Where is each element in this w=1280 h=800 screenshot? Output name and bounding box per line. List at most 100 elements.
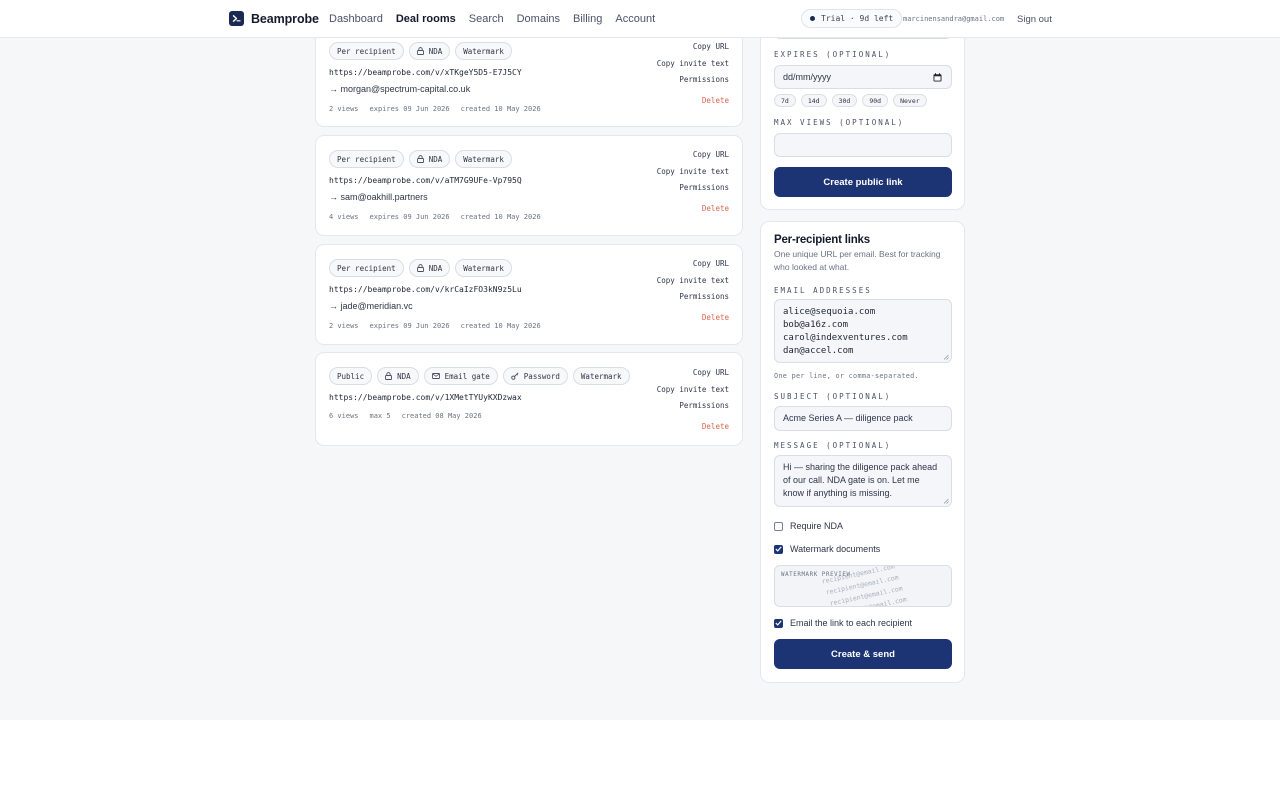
per-recipient-panel: Per-recipient links One unique URL per e… — [760, 221, 965, 683]
delete-button[interactable]: Delete — [702, 422, 729, 431]
link-recipient: → morgan@spectrum-capital.co.uk — [329, 84, 471, 94]
beamprobe-logo-icon — [229, 11, 244, 26]
require-nda-row[interactable]: Require NDA — [774, 521, 843, 531]
copy-url-button[interactable]: Copy URL — [693, 259, 729, 268]
delete-button[interactable]: Delete — [702, 204, 729, 213]
chip-watermark: Watermark — [572, 367, 630, 385]
chip-public: Public — [329, 367, 373, 385]
nav-account[interactable]: Account — [615, 13, 655, 25]
status-dot-icon — [810, 16, 815, 21]
created-date: created 10 May 2026 — [460, 322, 541, 330]
expiry-14d-button[interactable]: 14d — [800, 94, 827, 107]
subject-label: SUBJECT (OPTIONAL) — [774, 392, 892, 401]
link-card: Per recipient NDA Watermark https://beam… — [315, 135, 743, 236]
max-views: max 5 — [369, 412, 391, 420]
sign-out-link[interactable]: Sign out — [1017, 14, 1052, 25]
nav-search[interactable]: Search — [469, 13, 504, 25]
lock-icon — [416, 47, 424, 55]
chip-watermark: Watermark — [455, 259, 512, 277]
message-textarea[interactable]: Hi — sharing the diligence pack ahead of… — [774, 455, 952, 507]
copy-url-button[interactable]: Copy URL — [693, 368, 729, 377]
copy-url-button[interactable]: Copy URL — [693, 150, 729, 159]
email-line: carol@indexventures.com — [783, 333, 908, 343]
brand-name: Beamprobe — [251, 11, 319, 26]
email-link-row[interactable]: Email the link to each recipient — [774, 618, 912, 628]
nav-deal-rooms[interactable]: Deal rooms — [396, 13, 456, 25]
chip-per-recipient: Per recipient — [329, 42, 404, 60]
trial-badge[interactable]: Trial · 9d left — [801, 9, 903, 28]
permissions-button[interactable]: Permissions — [679, 292, 729, 301]
link-meta: 4 views expires 09 Jun 2026 created 10 M… — [329, 213, 541, 221]
lock-icon — [416, 264, 424, 272]
copy-invite-button[interactable]: Copy invite text — [657, 276, 729, 285]
create-and-send-button[interactable]: Create & send — [774, 639, 952, 669]
max-views-input[interactable] — [774, 133, 952, 157]
link-meta: 2 views expires 09 Jun 2026 created 10 M… — [329, 105, 541, 113]
permissions-button[interactable]: Permissions — [679, 183, 729, 192]
chip-watermark: Watermark — [455, 42, 512, 60]
delete-button[interactable]: Delete — [702, 313, 729, 322]
mail-icon — [431, 373, 440, 379]
expiry-90d-button[interactable]: 90d — [862, 94, 889, 107]
views-count: 6 views — [329, 412, 359, 420]
link-card: Per recipient NDA Watermark https://beam… — [315, 244, 743, 345]
copy-invite-button[interactable]: Copy invite text — [657, 385, 729, 394]
subject-value: Acme Series A — diligence pack — [783, 413, 913, 423]
nav-domains[interactable]: Domains — [517, 13, 560, 25]
expiry-7d-button[interactable]: 7d — [774, 94, 796, 107]
delete-button[interactable]: Delete — [702, 96, 729, 105]
expiry-date: expires 09 Jun 2026 — [369, 322, 450, 330]
copy-url-button[interactable]: Copy URL — [693, 42, 729, 51]
require-nda-checkbox[interactable] — [774, 521, 783, 531]
link-chips: Per recipient NDA Watermark — [329, 259, 512, 277]
link-url[interactable]: https://beamprobe.com/v/aTM7G9UFe-Vp795Q — [329, 176, 522, 185]
copy-invite-button[interactable]: Copy invite text — [657, 59, 729, 68]
trial-text: Trial · 9d left — [821, 14, 894, 23]
expiry-never-button[interactable]: Never — [893, 94, 927, 107]
watermark-preview: WATERMARK PREVIEW recipient@email.com re… — [774, 565, 952, 607]
user-email: marcinensandra@gmail.com — [903, 15, 1005, 23]
chip-nda: NDA — [408, 259, 451, 277]
created-date: created 10 May 2026 — [460, 105, 541, 113]
watermark-documents-checkbox[interactable] — [774, 544, 783, 554]
subject-input[interactable]: Acme Series A — diligence pack — [774, 406, 952, 431]
checkmark-icon — [775, 620, 782, 626]
link-chips: Per recipient NDA Watermark — [329, 150, 512, 168]
expires-placeholder: dd/mm/yyyy — [783, 72, 832, 82]
message-label: MESSAGE (OPTIONAL) — [774, 441, 892, 450]
message-value: Hi — sharing the diligence pack ahead of… — [783, 462, 938, 498]
link-chips: Public NDA Email gate Password Watermark — [329, 367, 630, 385]
watermark-documents-row[interactable]: Watermark documents — [774, 544, 880, 554]
link-recipient: → jade@meridian.vc — [329, 301, 413, 311]
copy-invite-button[interactable]: Copy invite text — [657, 167, 729, 176]
section-title: Per-recipient links — [774, 234, 870, 246]
main-nav: Dashboard Deal rooms Search Domains Bill… — [329, 13, 655, 25]
nav-billing[interactable]: Billing — [573, 13, 602, 25]
email-helper-text: One per line, or comma-separated. — [774, 372, 919, 380]
expiry-30d-button[interactable]: 30d — [831, 94, 858, 107]
permissions-button[interactable]: Permissions — [679, 401, 729, 410]
max-views-label: MAX VIEWS (OPTIONAL) — [774, 118, 905, 127]
resize-handle-icon[interactable] — [943, 498, 949, 504]
link-url[interactable]: https://beamprobe.com/v/krCaIzFO3kN9z5Lu — [329, 285, 522, 294]
resize-handle-icon[interactable] — [943, 354, 949, 360]
nav-dashboard[interactable]: Dashboard — [329, 13, 383, 25]
calendar-icon[interactable] — [933, 73, 942, 82]
link-url[interactable]: https://beamprobe.com/v/1XMetTYUyKXDzwax — [329, 393, 522, 402]
chip-watermark: Watermark — [455, 150, 512, 168]
require-nda-label: Require NDA — [790, 521, 844, 531]
expires-date-input[interactable]: dd/mm/yyyy — [774, 65, 952, 89]
email-line: alice@sequoia.com — [783, 307, 876, 317]
email-addresses-textarea[interactable]: alice@sequoia.com bob@a16z.com carol@ind… — [774, 299, 952, 363]
lock-icon — [385, 372, 393, 380]
chip-per-recipient: Per recipient — [329, 150, 404, 168]
email-link-label: Email the link to each recipient — [790, 618, 913, 628]
email-link-checkbox[interactable] — [774, 618, 783, 628]
brand[interactable]: Beamprobe — [229, 11, 319, 26]
email-line: bob@a16z.com — [783, 320, 849, 330]
top-navigation: Beamprobe Dashboard Deal rooms Search Do… — [0, 0, 1280, 38]
created-date: created 08 May 2026 — [401, 412, 482, 420]
link-url[interactable]: https://beamprobe.com/v/xTKgeY5D5-E7J5CY — [329, 68, 522, 77]
permissions-button[interactable]: Permissions — [679, 75, 729, 84]
create-public-link-button[interactable]: Create public link — [774, 167, 952, 197]
